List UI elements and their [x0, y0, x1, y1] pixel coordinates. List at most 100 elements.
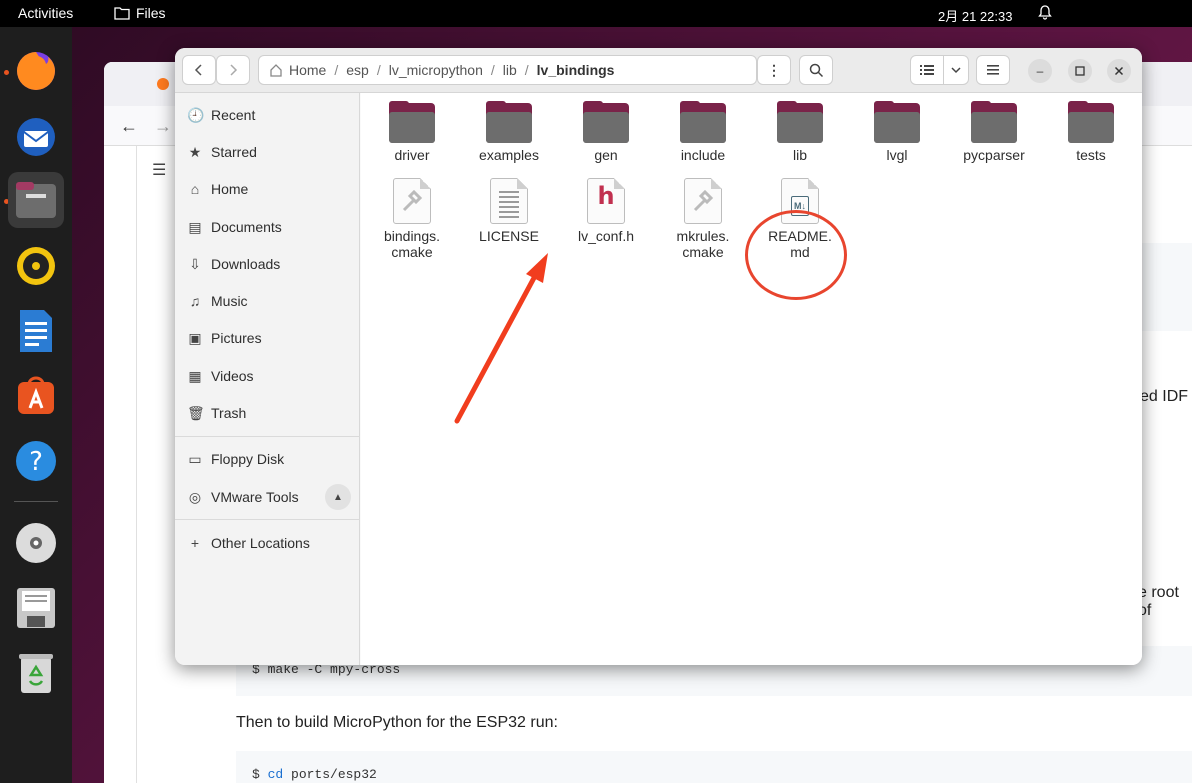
- floppy-icon: ▭: [188, 450, 202, 467]
- file-label-line1: bindings.: [383, 228, 441, 244]
- path-separator: /: [524, 62, 529, 78]
- path-bar[interactable]: Home / esp / lv_micropython / lib / lv_b…: [258, 55, 757, 85]
- maximize-button[interactable]: [1068, 59, 1092, 83]
- clock-icon: 🕘: [187, 106, 205, 123]
- minimize-button[interactable]: –: [1028, 59, 1052, 83]
- minimize-icon: –: [1036, 64, 1044, 78]
- sidebar-item-label: Floppy Disk: [211, 451, 285, 467]
- sidebar-item-home[interactable]: ⌂ Home: [187, 175, 352, 203]
- main-menu-button[interactable]: [976, 55, 1010, 85]
- folder-icon: [1068, 101, 1114, 143]
- sidebar-item-floppy-disk[interactable]: ▭ Floppy Disk: [187, 445, 352, 473]
- firefox-icon[interactable]: [8, 43, 64, 99]
- path-segment[interactable]: lib: [503, 62, 517, 78]
- folder-item[interactable]: examples: [462, 101, 556, 163]
- close-icon: [1114, 66, 1124, 76]
- list-view-icon: [920, 65, 934, 75]
- chevron-right-icon: [230, 64, 238, 76]
- video-icon: ▦: [188, 367, 202, 384]
- folder-label: lvgl: [886, 147, 908, 163]
- folder-item[interactable]: driver: [365, 101, 459, 163]
- sidebar-item-documents[interactable]: ▤ Documents: [187, 213, 352, 241]
- path-separator: /: [490, 62, 495, 78]
- folder-icon: [971, 101, 1017, 143]
- folder-icon: [583, 101, 629, 143]
- folder-icon: [680, 101, 726, 143]
- folder-item[interactable]: gen: [559, 101, 653, 163]
- app-menu[interactable]: Files: [114, 5, 166, 21]
- file-item[interactable]: LICENSE: [462, 178, 556, 244]
- activities-button[interactable]: Activities: [18, 5, 73, 21]
- forward-button[interactable]: [216, 55, 250, 85]
- folder-icon: [114, 7, 130, 20]
- path-current[interactable]: lv_bindings: [537, 62, 615, 78]
- sidebar-item-videos[interactable]: ▦ Videos: [187, 362, 352, 390]
- sidebar-item-trash[interactable]: 🗑 Trash: [187, 399, 352, 427]
- sidebar-item-recent[interactable]: 🕘 Recent: [187, 101, 352, 129]
- header-bar: Home / esp / lv_micropython / lib / lv_b…: [175, 48, 1142, 93]
- plus-icon: +: [190, 535, 200, 551]
- code-prefix: $: [252, 767, 268, 782]
- file-item[interactable]: h lv_conf.h: [559, 178, 653, 244]
- libreoffice-writer-icon[interactable]: [8, 303, 64, 359]
- sidebar-item-label: Trash: [211, 405, 247, 421]
- trash-icon[interactable]: [8, 645, 64, 701]
- sidebar-item-pictures[interactable]: ▣ Pictures: [187, 324, 352, 352]
- path-segment[interactable]: esp: [346, 62, 369, 78]
- path-menu-button[interactable]: ⋮: [757, 55, 791, 85]
- bell-icon[interactable]: [1038, 4, 1052, 23]
- annotation-circle: [745, 210, 847, 300]
- path-home[interactable]: Home: [289, 62, 326, 78]
- folder-label: lib: [792, 147, 807, 163]
- folder-item[interactable]: pycparser: [947, 101, 1041, 163]
- maximize-icon: [1075, 66, 1085, 76]
- view-list-button[interactable]: [910, 55, 944, 85]
- thunderbird-icon[interactable]: [8, 109, 64, 165]
- path-segment[interactable]: lv_micropython: [389, 62, 483, 78]
- back-arrow-icon[interactable]: ←: [120, 116, 138, 137]
- sidebar-item-label: Documents: [211, 219, 282, 235]
- svg-text:?: ?: [29, 447, 43, 477]
- folder-label: driver: [394, 147, 430, 163]
- floppy-icon[interactable]: [8, 580, 64, 636]
- sidebar-item-music[interactable]: ♫ Music: [187, 287, 352, 315]
- close-button[interactable]: [1107, 59, 1131, 83]
- folder-item[interactable]: tests: [1044, 101, 1138, 163]
- sidebar-item-other-locations[interactable]: + Other Locations: [187, 529, 352, 557]
- script-file-icon: [393, 178, 431, 224]
- folder-label: pycparser: [963, 147, 1025, 163]
- folder-item[interactable]: lvgl: [850, 101, 944, 163]
- path-separator: /: [334, 62, 339, 78]
- list-icon[interactable]: ☰: [152, 160, 166, 180]
- folder-label: tests: [1076, 147, 1106, 163]
- page-left-border: [136, 146, 137, 783]
- forward-arrow-icon[interactable]: →: [154, 116, 172, 137]
- sidebar-item-label: VMware Tools: [211, 489, 299, 505]
- file-item[interactable]: bindings. cmake: [365, 178, 459, 260]
- folder-item[interactable]: lib: [753, 101, 847, 163]
- clock[interactable]: 2月 21 22:33: [938, 6, 1012, 25]
- c-header-file-icon: h: [587, 178, 625, 224]
- download-icon: ⇩: [189, 255, 201, 272]
- folder-item[interactable]: include: [656, 101, 750, 163]
- back-button[interactable]: [182, 55, 216, 85]
- eject-icon[interactable]: ▲: [325, 484, 351, 510]
- app-center-icon[interactable]: [8, 368, 64, 424]
- sidebar-item-label: Videos: [211, 368, 254, 384]
- rhythmbox-icon[interactable]: [8, 238, 64, 294]
- sidebar-item-downloads[interactable]: ⇩ Downloads: [187, 250, 352, 278]
- sidebar-item-starred[interactable]: ★ Starred: [187, 138, 352, 166]
- app-name: Files: [136, 5, 166, 21]
- dvd-icon[interactable]: [8, 515, 64, 571]
- file-item[interactable]: mkrules. cmake: [656, 178, 750, 260]
- hamburger-icon: [987, 65, 999, 75]
- code-block-esp32: $ cd ports/esp32: [236, 751, 1192, 783]
- files-icon[interactable]: [8, 172, 64, 228]
- document-icon: ▤: [188, 218, 202, 235]
- view-options-button[interactable]: [943, 55, 969, 85]
- disc-icon: ◎: [188, 488, 202, 505]
- help-icon[interactable]: ?: [8, 433, 64, 489]
- search-button[interactable]: [799, 55, 833, 85]
- file-label-line2: cmake: [391, 244, 433, 260]
- code-command: cd: [267, 767, 284, 782]
